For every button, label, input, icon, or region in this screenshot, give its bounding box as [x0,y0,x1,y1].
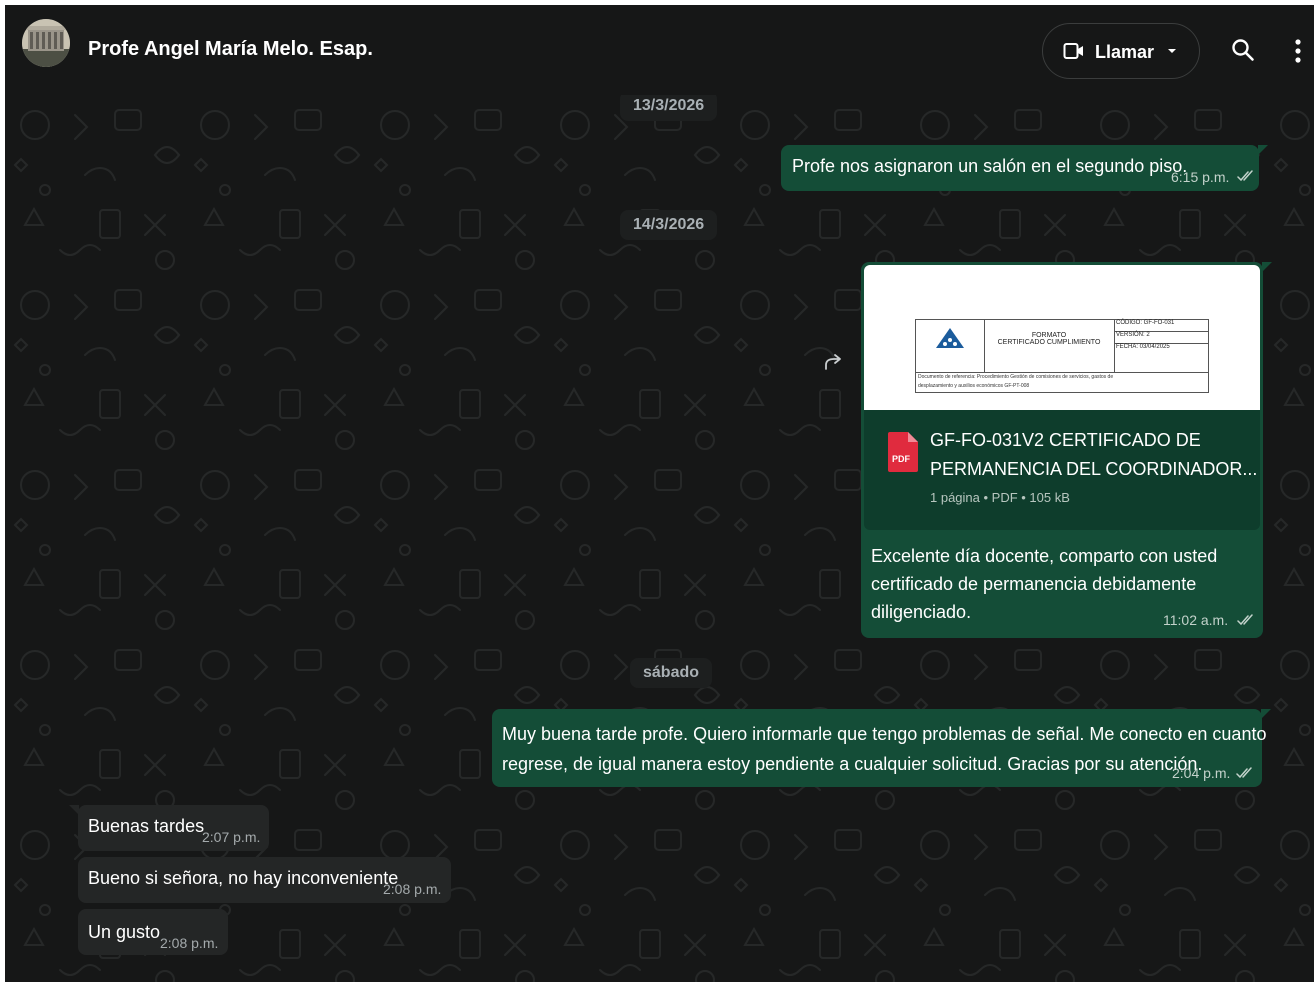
forward-icon[interactable] [821,350,845,374]
message-time: 6:15 p.m. [1171,169,1230,185]
message-incoming[interactable]: Bueno si señora, no hay inconveniente 2:… [78,857,451,903]
message-time: 2:07 p.m. [202,829,261,845]
document-info[interactable]: PDF GF-FO-031V2 CERTIFICADO DE PERMANENC… [864,410,1260,530]
message-line: Muy buena tarde profe. Quiero informarle… [502,724,1267,744]
pdf-file-icon [888,432,918,472]
doc-logo-cell [916,320,985,372]
message-text: Muy buena tarde profe. Quiero informarle… [502,719,1266,779]
more-vertical-icon[interactable] [1295,39,1301,63]
read-receipt-icon [1236,767,1252,779]
doc-version: VERSIÓN: 2 [1114,332,1208,344]
document-title: GF-FO-031V2 CERTIFICADO DE PERMANENCIA D… [930,426,1257,484]
doc-header-table: FORMATO CERTIFICADO CUMPLIMIENTO CÓDIGO:… [915,319,1209,393]
message-outgoing[interactable]: Muy buena tarde profe. Quiero informarle… [492,709,1271,787]
message-time: 2:08 p.m. [383,881,442,897]
doc-reference: Documento de referencia: Procedimiento G… [916,372,1208,392]
bubble-tail [1262,262,1272,272]
bubble-tail [1261,709,1271,719]
message-time: 11:02 a.m. [1163,612,1229,628]
contact-name[interactable]: Profe Angel María Melo. Esap. [88,38,373,61]
doc-code: CÓDIGO: GF-FO-031 [1114,320,1208,332]
message-outgoing[interactable]: Profe nos asignaron un salón en el segun… [781,145,1268,191]
message-incoming[interactable]: Buenas tardes 2:07 p.m. [69,805,269,851]
doc-reference-line: desplazamiento y auxilios económicos GF-… [918,383,1030,389]
call-button[interactable]: Llamar [1042,23,1200,79]
avatar[interactable] [22,19,70,67]
message-text: Profe nos asignaron un salón en el segun… [792,156,1188,176]
search-icon[interactable] [1231,38,1255,62]
chat-header: Profe Angel María Melo. Esap. Llamar [5,5,1314,95]
doc-format-title: FORMATO [1031,332,1067,339]
message-time: 2:08 p.m. [160,935,219,951]
message-text: Bueno si señora, no hay inconveniente [88,868,399,888]
date-separator: 14/3/2026 [620,210,718,240]
doc-title-cell: FORMATO CERTIFICADO CUMPLIMIENTO [984,320,1115,372]
chat-window: Profe Angel María Melo. Esap. Llamar 13/… [5,5,1314,982]
message-document[interactable]: FORMATO CERTIFICADO CUMPLIMIENTO CÓDIGO:… [861,262,1272,638]
doc-code-cell: CÓDIGO: GF-FO-031 VERSIÓN: 2 FECHA: 03/0… [1114,320,1208,372]
document-meta: 1 página • PDF • 105 kB [930,490,1070,505]
message-time: 2:04 p.m. [1172,765,1231,781]
document-title-line: GF-FO-031V2 CERTIFICADO DE [930,430,1201,450]
message-line: regrese, de igual manera estoy pendiente… [502,754,1203,774]
caption-line: certificado de permanencia debidamente [871,574,1197,594]
read-receipt-icon [1237,170,1253,182]
institution-logo-icon [936,328,964,348]
message-text: Un gusto [88,922,161,942]
doc-format-subtitle: CERTIFICADO CUMPLIMIENTO [997,339,1101,346]
chevron-down-icon [1168,49,1176,53]
bubble-tail [1258,145,1268,155]
call-label: Llamar [1095,42,1155,62]
document-preview[interactable]: FORMATO CERTIFICADO CUMPLIMIENTO CÓDIGO:… [864,265,1260,410]
read-receipt-icon [1237,614,1253,626]
message-text: Buenas tardes [88,816,205,836]
video-call-icon [1063,43,1083,59]
message-incoming[interactable]: Un gusto 2:08 p.m. [78,909,228,955]
date-separator: 13/3/2026 [620,91,718,121]
pdf-badge: PDF [892,454,910,464]
bubble-tail [69,805,79,815]
caption-line: Excelente día docente, comparto con uste… [871,546,1218,566]
doc-reference-line: Documento de referencia: Procedimiento G… [918,374,1114,380]
date-separator: sábado [630,658,713,688]
doc-date: FECHA: 03/04/2025 [1116,344,1170,350]
document-title-line: PERMANENCIA DEL COORDINADOR... [930,459,1258,479]
